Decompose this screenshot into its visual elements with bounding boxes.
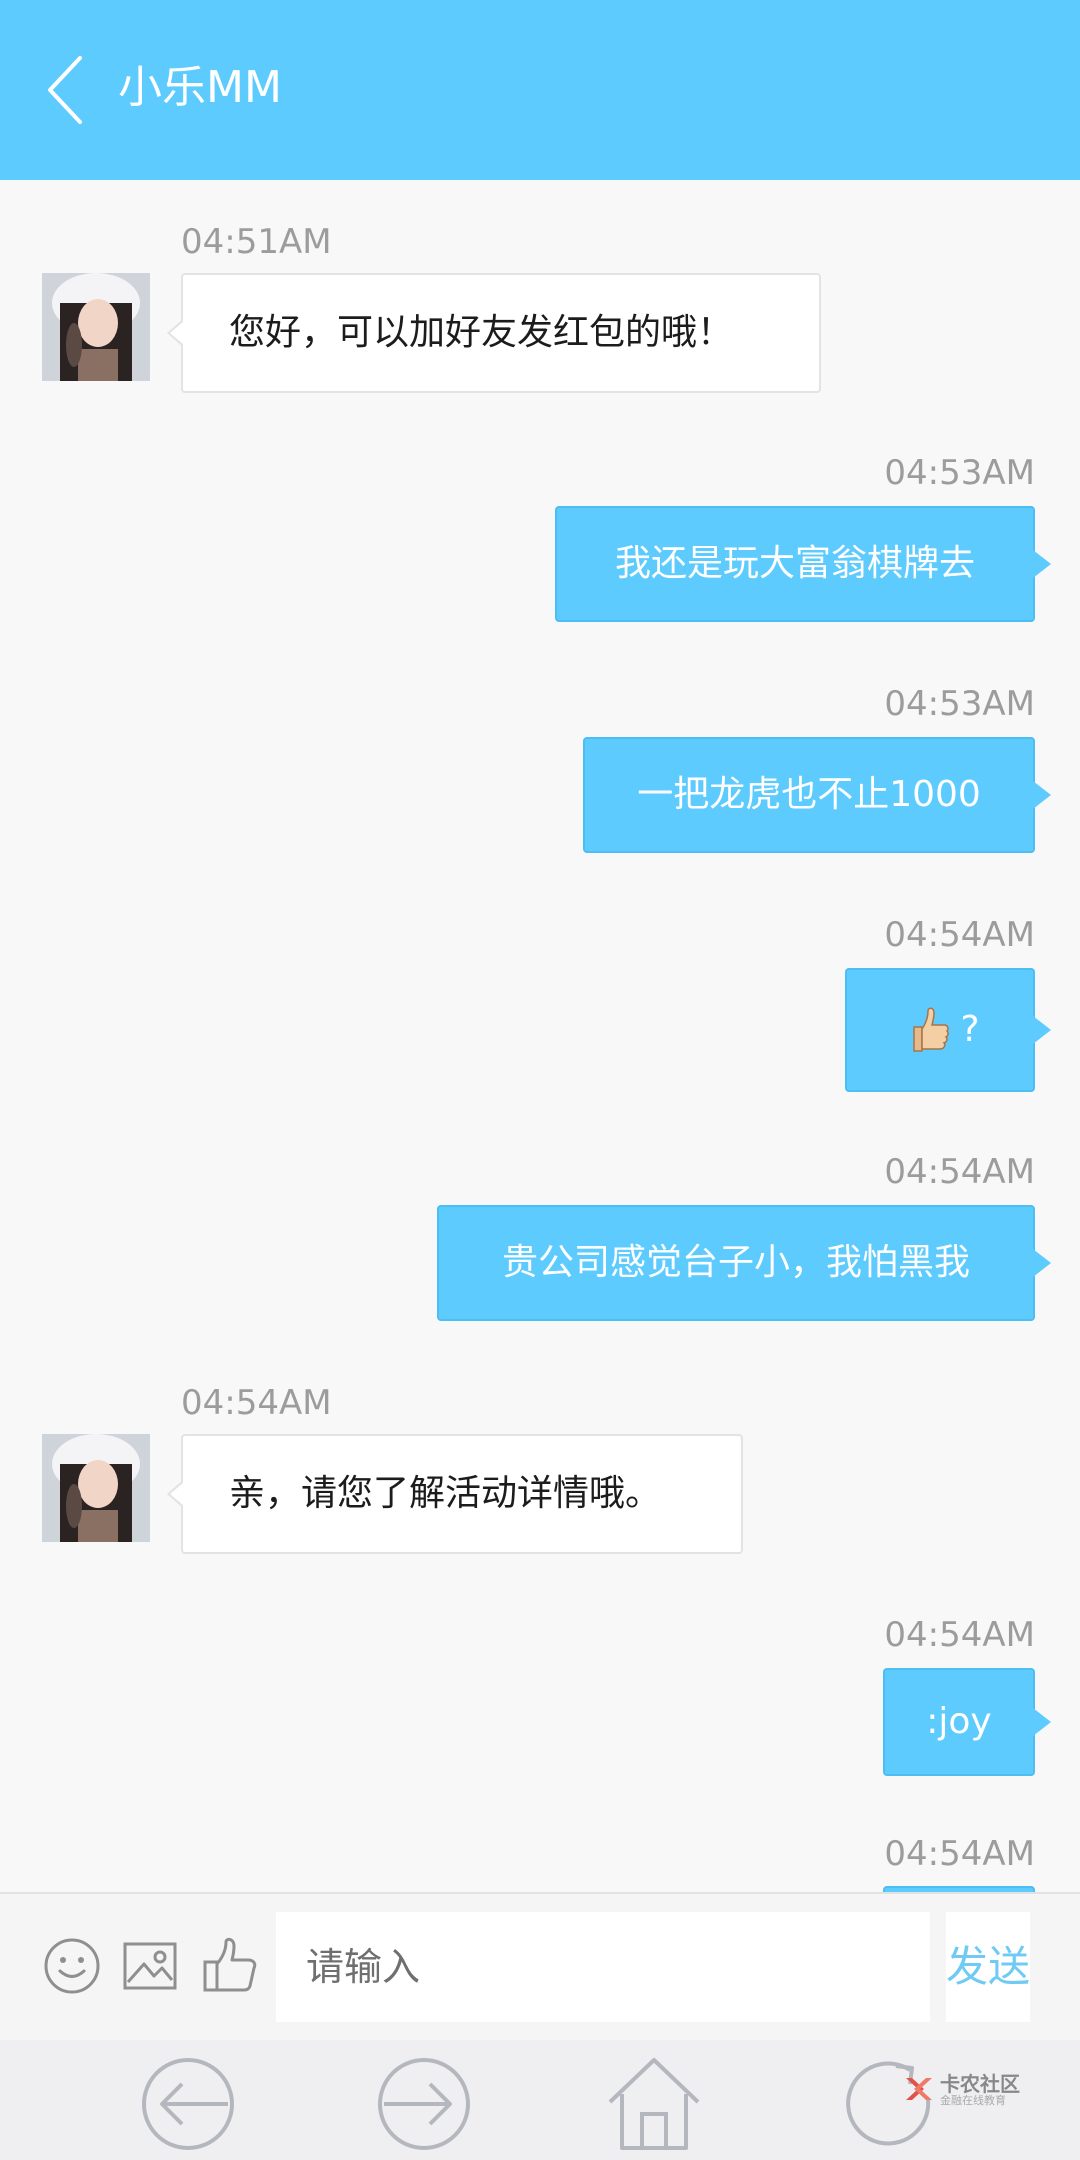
message-timestamp: 04:51AM bbox=[181, 222, 332, 262]
watermark-logo: 卡农社区 金融在线教育 bbox=[900, 2068, 1060, 2110]
contact-name-title: 小乐MM bbox=[118, 62, 282, 113]
message-list[interactable]: 04:51AM 您好，可以加好友发红包的哦！ 04:53AM 我还是玩大富翁棋牌… bbox=[0, 180, 1080, 1892]
message-input-bar: 发送 bbox=[0, 1892, 1080, 2040]
message-text: 您好，可以加好友发红包的哦！ bbox=[229, 312, 734, 353]
message-text: 亲，请您了解活动详情哦。 bbox=[229, 1473, 662, 1514]
outgoing-message-bubble[interactable]: 我还是玩大富翁棋牌去 bbox=[555, 506, 1051, 622]
message-text: 我还是玩大富翁棋牌去 bbox=[614, 543, 975, 584]
message-timestamp: 04:54AM bbox=[884, 1834, 1035, 1874]
message-timestamp: 04:54AM bbox=[884, 1615, 1035, 1655]
home-icon[interactable] bbox=[604, 2054, 704, 2154]
outgoing-message-bubble[interactable]: ? bbox=[845, 968, 1051, 1092]
forward-arrow-icon[interactable] bbox=[374, 2054, 474, 2154]
contact-avatar[interactable] bbox=[42, 273, 150, 381]
message-text: 一把龙虎也不止1000 bbox=[637, 774, 981, 815]
message-timestamp: 04:54AM bbox=[884, 1152, 1035, 1192]
message-timestamp: 04:53AM bbox=[884, 453, 1035, 493]
chat-header: 小乐MM bbox=[0, 0, 1080, 180]
message-timestamp: 04:54AM bbox=[884, 915, 1035, 955]
message-timestamp: 04:53AM bbox=[884, 684, 1035, 724]
message-text: ? bbox=[960, 1009, 980, 1050]
message-timestamp: 04:54AM bbox=[181, 1383, 332, 1423]
message-input[interactable] bbox=[276, 1912, 930, 2022]
outgoing-message-bubble[interactable]: 一把龙虎也不止1000 bbox=[583, 737, 1051, 853]
message-text: :joy bbox=[926, 1701, 992, 1742]
smiley-icon[interactable] bbox=[42, 1936, 102, 1996]
send-button[interactable]: 发送 bbox=[946, 1912, 1030, 2022]
outgoing-message-bubble[interactable]: 贵公司感觉台子小，我怕黑我 bbox=[437, 1205, 1051, 1321]
message-text: 贵公司感觉台子小，我怕黑我 bbox=[501, 1242, 970, 1283]
contact-avatar[interactable] bbox=[42, 1434, 150, 1542]
image-icon[interactable] bbox=[120, 1936, 180, 1996]
incoming-message-bubble[interactable]: 亲，请您了解活动详情哦。 bbox=[167, 1434, 743, 1554]
thumbs-up-icon[interactable] bbox=[200, 1936, 260, 1996]
watermark-subtitle: 金融在线教育 bbox=[940, 2094, 1006, 2107]
watermark-logo-icon bbox=[906, 2078, 932, 2100]
back-chevron-icon[interactable] bbox=[40, 50, 100, 130]
outgoing-message-bubble[interactable]: :joy bbox=[883, 1668, 1051, 1776]
incoming-message-bubble[interactable]: 您好，可以加好友发红包的哦！ bbox=[167, 273, 821, 393]
back-arrow-icon[interactable] bbox=[138, 2054, 238, 2154]
thumbs-up-emoji-icon bbox=[913, 1007, 950, 1052]
